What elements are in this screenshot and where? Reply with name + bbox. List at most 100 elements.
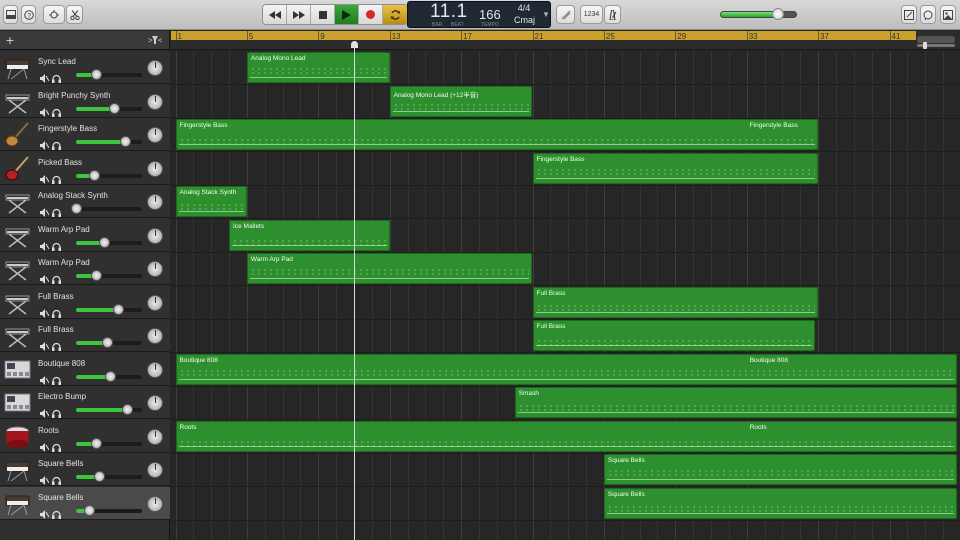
track-name[interactable]: Full Brass xyxy=(38,292,74,301)
track-volume-knob[interactable] xyxy=(102,337,114,348)
library-button[interactable] xyxy=(3,5,18,24)
mute-speaker-icon[interactable] xyxy=(40,372,50,385)
track-volume-knob[interactable] xyxy=(94,471,106,482)
playhead-handle[interactable] xyxy=(351,41,358,48)
record-button[interactable] xyxy=(359,5,383,24)
track-name[interactable]: Roots xyxy=(38,426,59,435)
zoom-slider[interactable] xyxy=(917,36,955,49)
midi-region[interactable]: Analog Mono Lead (+12半音) xyxy=(389,85,533,117)
midi-region[interactable]: Smash xyxy=(514,387,957,418)
track-header[interactable]: Roots xyxy=(0,419,170,453)
solo-headphones-icon[interactable] xyxy=(52,271,61,284)
mute-speaker-icon[interactable] xyxy=(40,506,50,519)
lcd-display[interactable]: 11.1 BAR BEAT 166 TEMPO 4/4 Cmaj ▼ xyxy=(407,1,551,28)
track-header[interactable]: Picked Bass xyxy=(0,151,170,185)
midi-region[interactable]: Boutique 808 Boutique 808 xyxy=(175,353,957,385)
cycle-button[interactable] xyxy=(383,5,407,24)
track-volume-slider[interactable] xyxy=(76,270,142,281)
solo-headphones-icon[interactable] xyxy=(52,405,61,418)
track-header[interactable]: Bright Punchy Synth xyxy=(0,84,170,118)
solo-headphones-icon[interactable] xyxy=(52,204,61,217)
track-volume-slider[interactable] xyxy=(71,203,142,214)
tuner-button[interactable] xyxy=(556,5,575,24)
master-volume-knob[interactable] xyxy=(771,8,784,20)
rewind-button[interactable] xyxy=(263,5,287,24)
track-pan-knob[interactable] xyxy=(147,361,163,378)
track-volume-slider[interactable] xyxy=(76,102,142,114)
track-pan-knob[interactable] xyxy=(147,328,163,344)
midi-region[interactable]: Square Bells xyxy=(603,487,957,519)
mute-speaker-icon[interactable] xyxy=(40,171,50,184)
track-volume-slider[interactable] xyxy=(76,303,142,315)
track-name[interactable]: Bright Punchy Synth xyxy=(38,91,110,100)
track-pan-knob[interactable] xyxy=(147,462,163,478)
mute-speaker-icon[interactable] xyxy=(40,405,50,418)
mute-speaker-icon[interactable] xyxy=(40,439,50,452)
midi-region[interactable]: Full Brass xyxy=(532,286,819,318)
track-lane[interactable] xyxy=(171,85,960,119)
track-volume-slider[interactable] xyxy=(76,337,142,348)
midi-region[interactable]: Analog Stack Synth xyxy=(175,186,247,217)
cycle-region[interactable] xyxy=(171,31,916,40)
track-pan-knob[interactable] xyxy=(147,194,163,210)
track-name[interactable]: Full Brass xyxy=(38,325,74,334)
fast-forward-button[interactable] xyxy=(287,5,311,24)
track-name[interactable]: Warm Arp Pad xyxy=(38,225,90,234)
count-in-button[interactable]: 1234 xyxy=(580,5,603,24)
midi-region[interactable]: Square Bells xyxy=(603,454,957,485)
solo-headphones-icon[interactable] xyxy=(52,305,61,318)
track-header[interactable]: Full Brass xyxy=(0,285,170,319)
track-pan-knob[interactable] xyxy=(147,127,163,143)
midi-region[interactable]: Fingerstyle Bass Fingerstyle Bass xyxy=(175,119,819,150)
track-volume-slider[interactable] xyxy=(76,136,142,147)
track-filter-button[interactable]: > < xyxy=(148,35,163,47)
track-volume-knob[interactable] xyxy=(90,437,102,449)
playhead[interactable] xyxy=(354,42,355,540)
master-volume-slider[interactable] xyxy=(720,8,797,20)
track-name[interactable]: Square Bells xyxy=(38,459,83,468)
track-pan-knob[interactable] xyxy=(147,93,163,110)
track-pan-knob[interactable] xyxy=(147,60,163,76)
track-header[interactable]: Electro Bump xyxy=(0,386,170,419)
track-pan-knob[interactable] xyxy=(147,428,163,445)
tracks-area[interactable]: Analog Mono Lead Analog Mono Lead (+12半音)… xyxy=(171,51,960,540)
track-volume-knob[interactable] xyxy=(71,203,82,214)
smart-controls-button[interactable] xyxy=(43,5,65,24)
mute-speaker-icon[interactable] xyxy=(40,271,50,284)
track-header[interactable]: Warm Arp Pad xyxy=(0,218,170,252)
track-pan-knob[interactable] xyxy=(147,495,163,512)
solo-headphones-icon[interactable] xyxy=(52,506,61,519)
mute-speaker-icon[interactable] xyxy=(40,70,50,83)
track-header[interactable]: Full Brass xyxy=(0,319,170,352)
track-volume-slider[interactable] xyxy=(76,404,142,415)
track-name[interactable]: Warm Arp Pad xyxy=(38,258,90,267)
midi-region[interactable]: Fingerstyle Bass xyxy=(532,152,819,184)
track-volume-knob[interactable] xyxy=(83,504,95,516)
track-name[interactable]: Analog Stack Synth xyxy=(38,191,108,200)
stop-button[interactable] xyxy=(311,5,335,24)
track-volume-slider[interactable] xyxy=(76,69,142,80)
editors-button[interactable] xyxy=(66,5,83,24)
mute-speaker-icon[interactable] xyxy=(40,104,50,117)
track-volume-slider[interactable] xyxy=(76,370,142,382)
media-browser-button[interactable] xyxy=(940,5,956,24)
track-volume-knob[interactable] xyxy=(105,370,117,382)
solo-headphones-icon[interactable] xyxy=(52,137,61,150)
track-pan-knob[interactable] xyxy=(147,395,163,411)
track-volume-knob[interactable] xyxy=(89,169,101,181)
track-header[interactable]: Square Bells xyxy=(0,453,170,486)
mute-speaker-icon[interactable] xyxy=(40,204,50,217)
track-header[interactable]: Sync Lead xyxy=(0,51,170,84)
notepad-button[interactable] xyxy=(901,5,917,24)
track-header[interactable]: Fingerstyle Bass xyxy=(0,118,170,151)
play-button[interactable] xyxy=(335,5,359,24)
solo-headphones-icon[interactable] xyxy=(52,439,61,452)
track-volume-knob[interactable] xyxy=(90,69,102,80)
track-pan-knob[interactable] xyxy=(147,261,163,277)
track-pan-knob[interactable] xyxy=(147,227,163,244)
solo-headphones-icon[interactable] xyxy=(52,104,61,117)
track-name[interactable]: Fingerstyle Bass xyxy=(38,124,97,133)
mute-speaker-icon[interactable] xyxy=(40,238,50,251)
solo-headphones-icon[interactable] xyxy=(52,472,61,485)
solo-headphones-icon[interactable] xyxy=(52,338,61,351)
